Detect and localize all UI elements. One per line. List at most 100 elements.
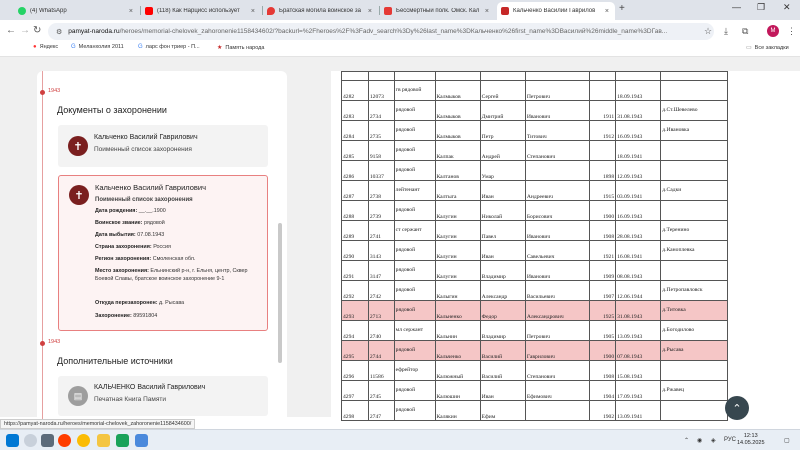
table-cell: 4297 [341,380,369,401]
entry-type: Печатная Книга Памяти [94,396,166,403]
entry-detail: Воинское звание: рядовой [95,220,263,228]
table-row: 4286 10337 рядовой Калтанов Умар 1898 12.09.19… [341,160,728,181]
entry-detail: Регион захоронения: Смоленская обл. [95,256,263,264]
table-cell: рядовой [393,340,436,361]
bookmark-item[interactable]: ★ Память народа [217,44,264,52]
table-cell: Калпак [434,140,481,161]
close-icon[interactable]: × [251,8,255,15]
explorer-icon[interactable] [97,434,110,447]
all-bookmarks[interactable]: ▭ Все закладки [746,44,789,52]
whatsapp-icon [18,7,26,15]
bookmark-item[interactable]: ● Яндекс [33,44,58,50]
start-icon[interactable] [6,434,19,447]
reload-icon[interactable]: ↻ [33,25,41,36]
table-cell: д.Петропавловск [660,280,728,301]
address-bar[interactable]: ⚙ pamyat-naroda.ru /heroes/memorial-chel… [48,23,714,40]
entry-detail: Захоронение: 89591804 [95,313,263,321]
forward-icon[interactable]: → [20,25,30,36]
url-domain: pamyat-naroda.ru [68,28,120,35]
table-cell: Калякин [434,400,481,421]
back-icon[interactable]: ← [6,25,16,36]
yandex-browser-icon[interactable] [58,434,71,447]
table-cell: Савельевич [524,240,591,261]
table-cell: Иванович [524,100,591,121]
chevron-up-icon[interactable]: ⌃ [684,437,689,444]
table-cell: Калмыков [434,100,481,121]
table-cell: Василий [479,340,526,361]
tab-immortal-regiment[interactable]: Бессмертный полк. Омск. Кал × [380,2,495,20]
notifications-icon[interactable]: ▢ [784,437,790,444]
table-cell: Александрович [524,300,591,321]
detail-label: Дата выбытия: [95,232,136,238]
table-cell [615,71,662,81]
tab-kalchenko[interactable]: Кальченко Василий Гаврилов × [497,2,615,20]
table-cell: 12073 [367,80,395,101]
source-entry[interactable]: ▤ КАЛЬЧЕНКО Василий Гаврилович Печатная … [58,376,268,416]
star-icon [384,7,392,15]
table-cell: Федор [479,300,526,321]
extensions-icon[interactable]: ⧉ [742,26,748,37]
tab-label: (4) WhatsApp [30,8,67,14]
app-icon[interactable] [135,434,148,447]
clock[interactable]: 12:13 14.05.2025 [737,433,765,447]
document-entry-selected[interactable]: ✝ Кальченко Василий Гаврилович Поименный… [58,175,268,331]
table-row: 4282 12073 гв рядовой Калмыков Сергей Петрови… [341,80,728,101]
tab-whatsapp[interactable]: (4) WhatsApp × [14,2,139,20]
close-icon[interactable]: × [605,8,609,15]
table-cell: Степанович [524,360,591,381]
table-cell [660,71,728,81]
volume-icon[interactable]: ◈ [711,437,716,444]
table-cell [660,200,728,221]
scroll-to-top-button[interactable]: ⌃ [725,396,749,420]
tab-youtube[interactable]: (118) Как Нарцисс использует × [141,2,261,20]
language-indicator[interactable]: РУС [724,437,736,443]
tab-label: Братская могила воинское за [279,8,361,14]
network-icon[interactable]: ◉ [697,437,702,444]
close-icon[interactable]: × [129,8,133,15]
table-cell [367,71,395,81]
minimize-icon[interactable]: — [732,2,741,12]
close-window-icon[interactable]: ✕ [783,2,791,13]
close-icon[interactable]: × [368,8,372,15]
table-cell: 4286 [341,160,369,181]
avatar[interactable]: M [767,25,779,37]
download-icon[interactable]: ⤓ [724,26,728,37]
detail-label: Воинское звание: [95,220,143,226]
table-cell: рядовой [393,300,436,321]
search-icon[interactable] [24,434,37,447]
site-info-icon[interactable]: ⚙ [56,28,62,36]
table-cell: Петр [479,120,526,141]
detail-value: д. Рысава [159,300,185,306]
bookmark-star-icon[interactable]: ☆ [704,26,712,37]
bookmark-label: Яндекс [39,44,59,50]
table-cell: д.Богодилово [660,320,728,341]
bookmark-item[interactable]: G ларс фон триер - П... [138,44,200,50]
table-cell: рядовой [393,260,436,281]
table-cell: 1912 [589,120,617,141]
chrome-icon[interactable] [77,434,90,447]
new-tab-button[interactable]: + [619,3,625,14]
status-bar-url: https://pamyat-naroda.ru/heroes/memorial… [0,419,196,429]
table-cell: Петрович [524,320,591,341]
table-cell: д.Садки [660,180,728,201]
document-entry[interactable]: ✝ Кальченко Василий Гаврилович Поименный… [58,125,268,167]
table-cell: 2739 [367,200,395,221]
table-cell: Кальненко [434,300,481,321]
table-cell: Калугин [434,220,481,241]
task-view-icon[interactable] [41,434,54,447]
bookmark-item[interactable]: G Меланхолия 2011 [71,44,124,50]
table-cell: 2735 [367,120,395,141]
scrollbar[interactable] [278,223,282,363]
table-row: 4295 2744 рядовой Кальченко Василий Гаврилови… [341,340,728,361]
close-icon[interactable]: × [485,8,489,15]
maximize-icon[interactable]: ❐ [757,2,765,13]
table-cell: Калугин [434,260,481,281]
table-row: 4283 2734 рядовой Калмыков Дмитрий Иванович 19… [341,100,728,121]
app-icon[interactable] [116,434,129,447]
table-cell: Владимир [479,320,526,341]
menu-icon[interactable]: ⋮ [787,26,796,37]
table-cell: Калугин [434,240,481,261]
star-icon [501,7,509,15]
tab-mass-grave[interactable]: Братская могила воинское за × [263,2,378,20]
table-cell: 2747 [367,400,395,421]
